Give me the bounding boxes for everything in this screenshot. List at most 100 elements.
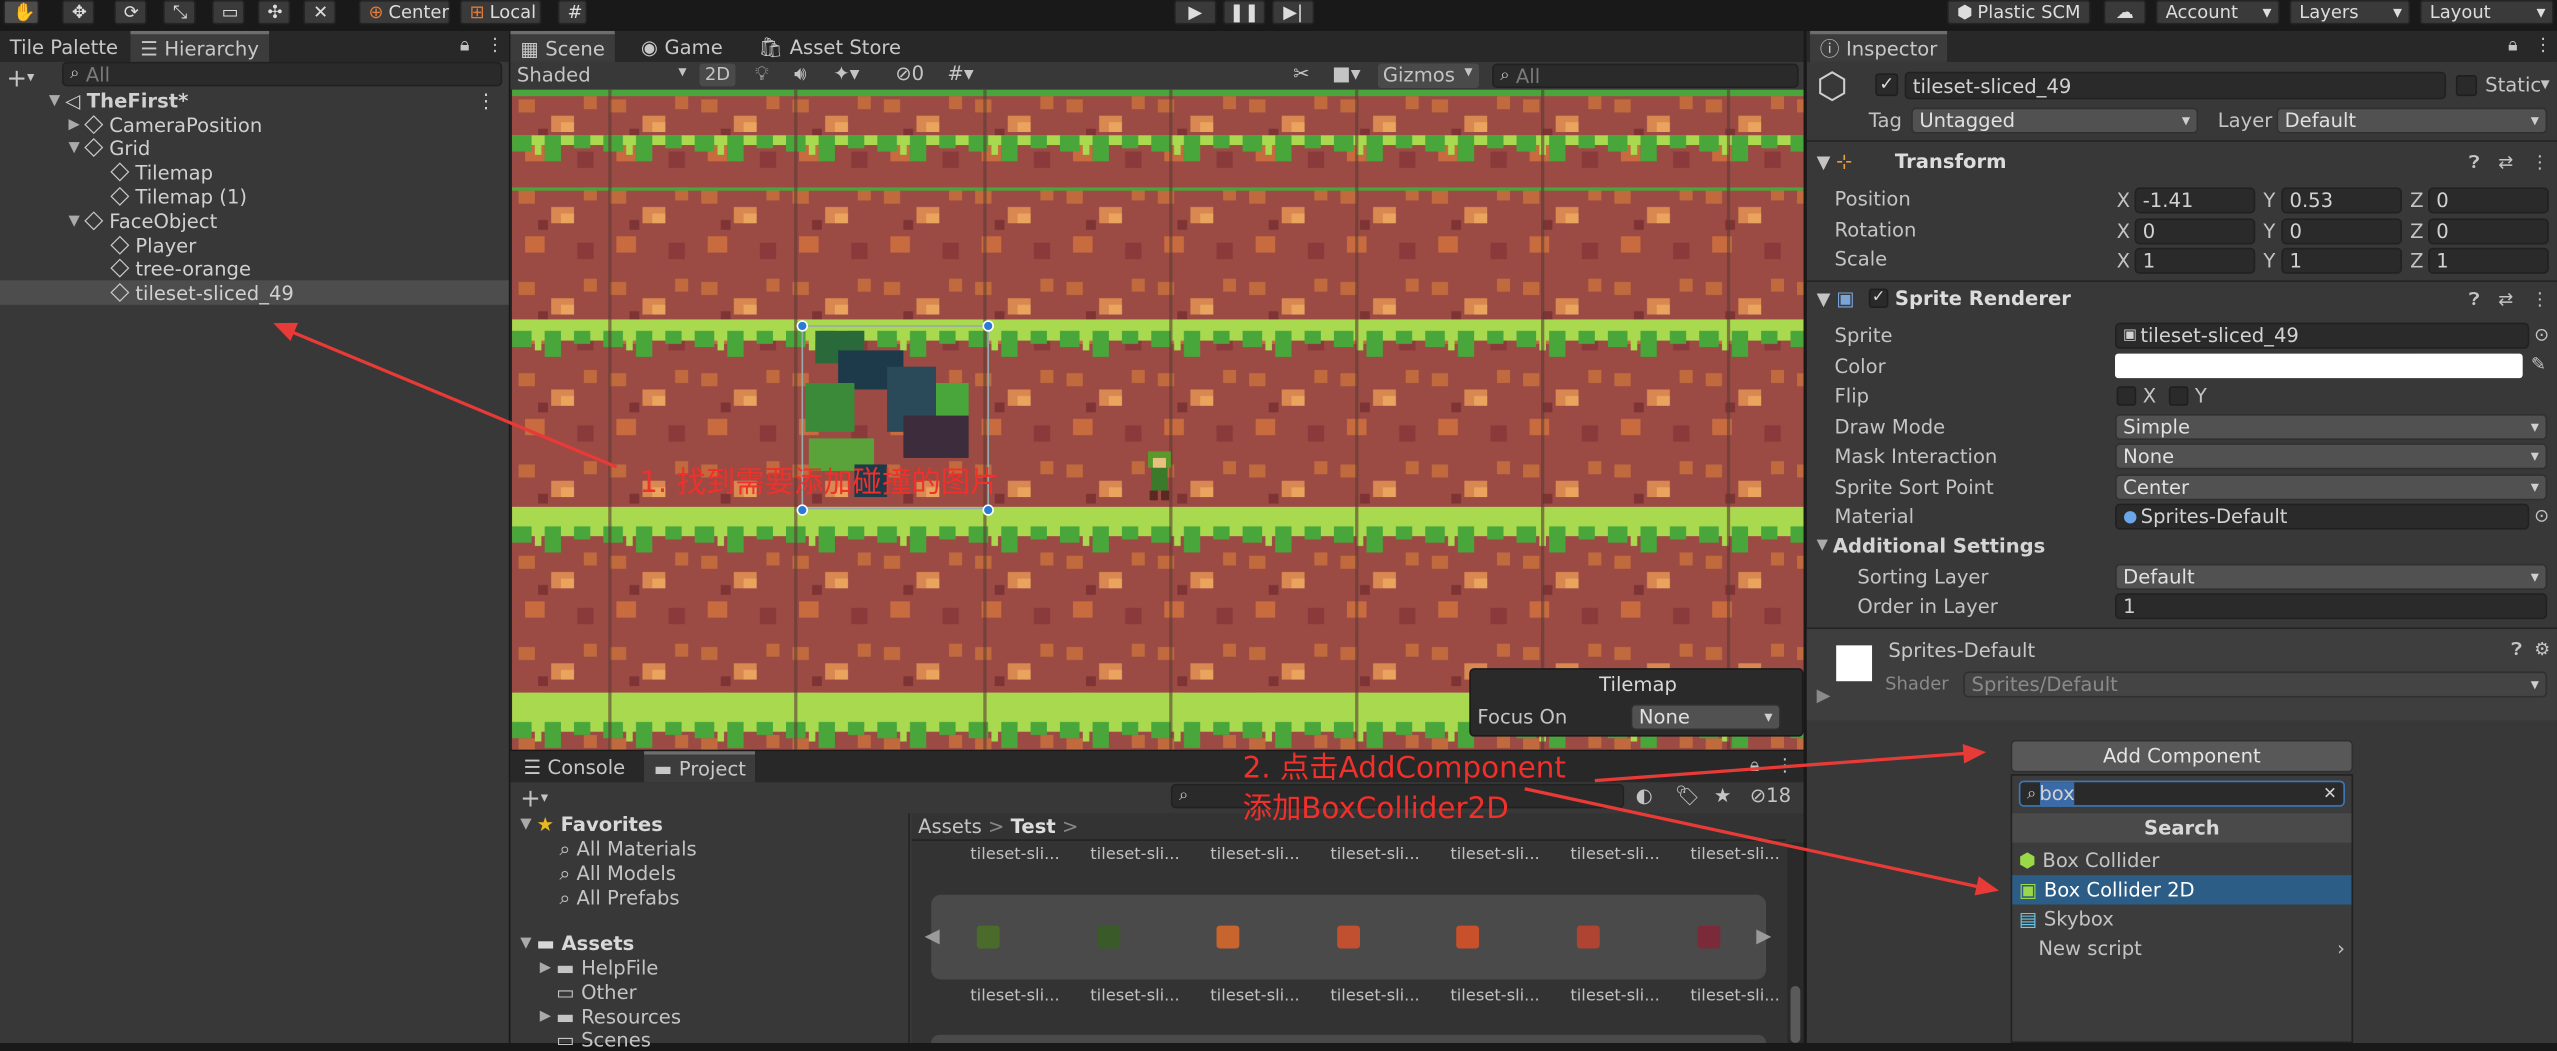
axis-x-label[interactable]: X: [2117, 220, 2130, 243]
transform-tool-icon[interactable]: ✣: [257, 0, 291, 25]
eyedropper-icon[interactable]: ✎: [2531, 354, 2546, 375]
component-search-input[interactable]: ⌕ box ✕: [2018, 780, 2345, 807]
layer-dropdown[interactable]: Default: [2276, 107, 2548, 134]
scale-tool-icon[interactable]: ⤡: [163, 0, 196, 25]
preset-icon[interactable]: ⇄: [2498, 288, 2513, 309]
grid-snap-icon[interactable]: #▾: [947, 62, 973, 85]
new-script-item[interactable]: New script ›: [2012, 934, 2351, 963]
pivot-toggle[interactable]: ⊕ Center: [358, 0, 451, 25]
tab-project[interactable]: ▬ Project: [644, 751, 756, 783]
expand-triangle-icon[interactable]: ▼: [68, 139, 84, 155]
draw-mode-dropdown[interactable]: Simple: [2115, 413, 2548, 441]
gizmos-dropdown[interactable]: Gizmos ▾: [1377, 63, 1480, 89]
sorting-layer-dropdown[interactable]: Default: [2115, 563, 2548, 590]
asset-label[interactable]: tileset-sli...: [1450, 988, 1548, 1006]
step-button[interactable]: ▶|: [1271, 0, 1315, 25]
transform-pos-x-field[interactable]: -1.41: [2134, 187, 2256, 214]
list-item[interactable]: tree-orange: [0, 256, 251, 280]
asset-label[interactable]: tileset-sli...: [1690, 988, 1788, 1006]
expand-triangle-icon[interactable]: ▼: [68, 213, 84, 229]
2d-toggle[interactable]: 2D: [699, 63, 736, 87]
folder-item[interactable]: ▭ Other: [556, 981, 637, 1004]
object-name-field[interactable]: tileset-sliced_49: [1904, 71, 2447, 100]
shader-dropdown[interactable]: Sprites/Default: [1963, 671, 2548, 698]
list-item-selected[interactable]: tileset-sliced_49: [0, 280, 509, 305]
axis-y-label[interactable]: Y: [2263, 220, 2275, 243]
object-picker-icon[interactable]: ⊙: [2534, 324, 2549, 345]
sprite-sort-point-dropdown[interactable]: Center: [2115, 474, 2548, 501]
create-asset-button[interactable]: + ▾: [520, 784, 548, 813]
tab-tile-palette[interactable]: Tile Palette: [0, 31, 128, 62]
enabled-checkbox[interactable]: ✓: [1868, 288, 1889, 309]
tools-icon[interactable]: ✂: [1293, 62, 1309, 85]
tag-dropdown[interactable]: Untagged: [1911, 107, 2199, 134]
transform-header[interactable]: ▼ ⊹ Transform ❓︎ ⇄ ⋮: [1807, 148, 2557, 177]
filter-by-type-icon[interactable]: ◐: [1636, 784, 1653, 807]
folder-item[interactable]: ▶ ▬ HelpFile: [540, 957, 659, 980]
material-field[interactable]: ● Sprites-Default: [2115, 503, 2530, 530]
effects-icon[interactable]: ✦▾: [833, 62, 859, 85]
component-result[interactable]: ⬢ Box Collider: [2012, 846, 2351, 875]
transform-scale-x-field[interactable]: 1: [2134, 247, 2256, 274]
asset-label[interactable]: tileset-sli...: [1330, 846, 1428, 864]
audio-icon[interactable]: 🔊︎: [794, 62, 806, 86]
sprite-thumbnail[interactable]: [1096, 925, 1120, 949]
axis-z-label[interactable]: Z: [2410, 220, 2423, 243]
sprite-thumbnail[interactable]: [1336, 925, 1360, 949]
gameobject-cube-icon[interactable]: ⬡: [1817, 67, 1848, 108]
asset-label[interactable]: tileset-sli...: [1450, 846, 1548, 864]
expand-triangle-icon[interactable]: ▼: [520, 816, 536, 832]
list-item[interactable]: ▼ FaceObject: [0, 209, 217, 233]
collapsed-triangle-icon[interactable]: ▶: [68, 117, 84, 133]
layers-dropdown[interactable]: Layers ▾: [2289, 0, 2411, 25]
asset-label[interactable]: tileset-sli...: [1210, 846, 1308, 864]
component-result[interactable]: ▤ Skybox: [2012, 904, 2351, 933]
collapse-right-icon[interactable]: ▶: [1756, 924, 1771, 947]
static-checkbox[interactable]: [2455, 74, 2478, 97]
collapse-left-icon[interactable]: ◀: [925, 924, 940, 947]
expand-triangle-icon[interactable]: ▼: [1817, 538, 1833, 554]
list-item[interactable]: ▶ CameraPosition: [0, 112, 262, 136]
lock-icon[interactable]: 🔒︎: [460, 34, 470, 57]
plastic-scm-button[interactable]: ⬢ Plastic SCM: [1947, 0, 2091, 25]
folder-item[interactable]: ▶ ▬ Resources: [540, 1006, 681, 1029]
scrollbar-thumb[interactable]: [1790, 985, 1801, 1044]
list-item[interactable]: Tilemap: [0, 160, 213, 184]
assets-header[interactable]: ▼ ▬ Assets: [520, 932, 634, 955]
rect-tool-icon[interactable]: ▭: [211, 0, 245, 25]
asset-label[interactable]: tileset-sli...: [1090, 846, 1188, 864]
sprite-thumbnail[interactable]: [976, 925, 1000, 949]
hidden-packages-toggle[interactable]: ⊘18: [1750, 784, 1791, 807]
expand-triangle-icon[interactable]: ▼: [520, 935, 536, 951]
custom-tool-icon[interactable]: ✕: [303, 0, 336, 25]
expand-triangle-icon[interactable]: ▼: [1817, 288, 1831, 309]
favorites-header[interactable]: ▼ ★ Favorites: [520, 813, 663, 836]
focus-on-dropdown[interactable]: None: [1630, 704, 1781, 731]
tab-hierarchy[interactable]: ☰ Hierarchy: [130, 30, 269, 62]
list-item[interactable]: Tilemap (1): [0, 184, 247, 208]
folder-item[interactable]: ▭ Scenes: [556, 1028, 651, 1051]
add-component-button[interactable]: Add Component: [2010, 739, 2354, 773]
hand-tool-icon[interactable]: ✋: [3, 0, 40, 25]
favorite-item[interactable]: ⌕ All Materials: [559, 838, 696, 862]
move-tool-icon[interactable]: ✥: [61, 0, 95, 25]
transform-scale-z-field[interactable]: 1: [2428, 247, 2549, 274]
help-icon[interactable]: ❓︎: [2511, 639, 2522, 662]
breadcrumb-current[interactable]: Test: [1011, 815, 1056, 838]
mask-interaction-dropdown[interactable]: None: [2115, 443, 2548, 470]
axis-z-label[interactable]: Z: [2410, 189, 2423, 212]
collapsed-triangle-icon[interactable]: ▶: [1817, 684, 1831, 705]
transform-scale-y-field[interactable]: 1: [2281, 247, 2403, 274]
axis-y-label[interactable]: Y: [2263, 249, 2275, 272]
cloud-icon[interactable]: ☁: [2103, 0, 2147, 25]
snap-icon[interactable]: #: [557, 0, 588, 25]
kebab-menu-icon[interactable]: ⋮: [2531, 152, 2549, 173]
transform-rot-y-field[interactable]: 0: [2281, 218, 2403, 245]
asset-label[interactable]: tileset-sli...: [1570, 988, 1668, 1006]
kebab-menu-icon[interactable]: ⋮: [476, 89, 496, 112]
collapsed-triangle-icon[interactable]: ▶: [540, 960, 556, 976]
flip-x-checkbox[interactable]: [2116, 386, 2137, 406]
transform-pos-y-field[interactable]: 0.53: [2281, 187, 2403, 214]
tab-console[interactable]: ☰ Console: [514, 751, 635, 782]
gear-icon[interactable]: ⚙: [2534, 639, 2550, 660]
